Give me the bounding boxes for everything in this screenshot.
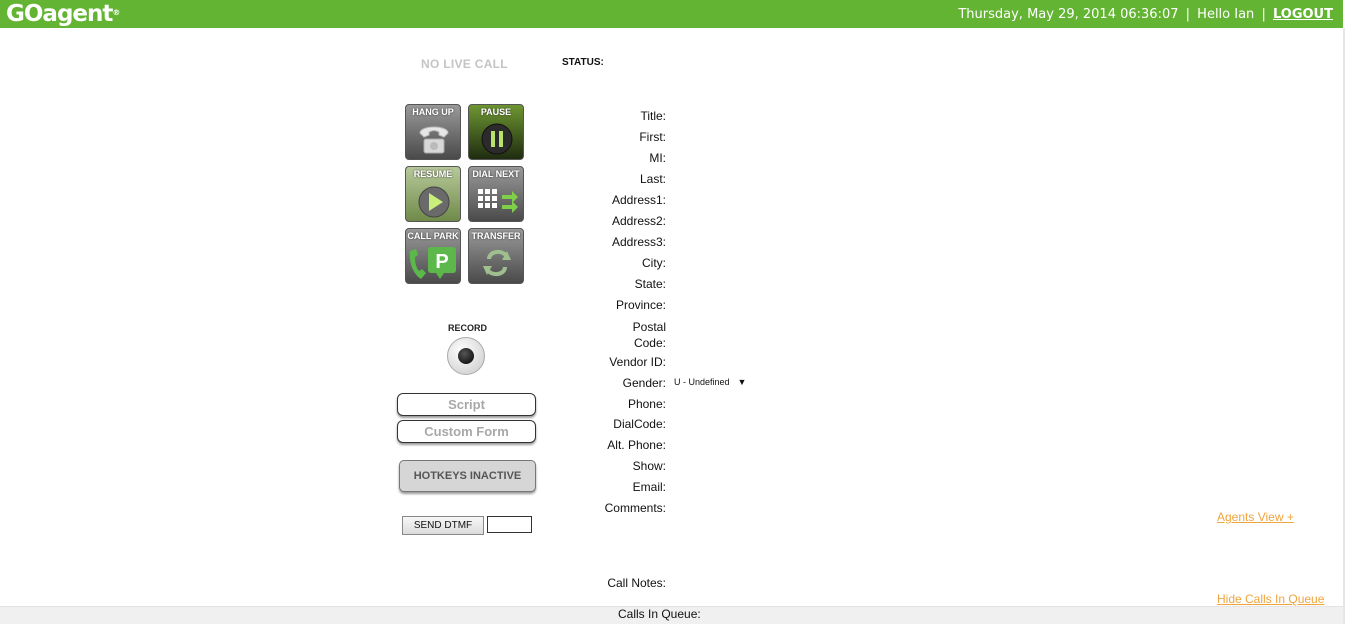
pause-button[interactable]: PAUSE bbox=[468, 104, 524, 160]
field-address2-label: Address2: bbox=[611, 214, 666, 228]
header-separator: | bbox=[1261, 7, 1266, 22]
field-address3-label: Address3: bbox=[611, 235, 666, 249]
field-last-label: Last: bbox=[639, 172, 666, 186]
gender-select[interactable]: U - Undefined ▼ bbox=[674, 377, 746, 387]
field-show-label: Show: bbox=[632, 459, 666, 473]
field-postal-code-label: Postal Code: bbox=[632, 320, 666, 350]
record-icon bbox=[458, 348, 474, 364]
dial-next-button[interactable]: DIAL NEXT bbox=[468, 166, 524, 222]
header-separator: | bbox=[1185, 7, 1191, 22]
field-dialcode-label: DialCode: bbox=[613, 417, 666, 431]
header-datetime: Thursday, May 29, 2014 06:36:07 bbox=[958, 7, 1179, 22]
field-mi-label: MI: bbox=[649, 151, 666, 165]
field-alt-phone-label: Alt. Phone: bbox=[607, 438, 666, 452]
field-email-label: Email: bbox=[632, 480, 666, 494]
field-title-label: Title: bbox=[640, 109, 666, 123]
resume-label: RESUME bbox=[413, 169, 453, 179]
pause-label: PAUSE bbox=[480, 107, 512, 117]
field-city-label: City: bbox=[642, 256, 666, 270]
gender-value: U - Undefined bbox=[674, 377, 730, 387]
header-info: Thursday, May 29, 2014 06:36:07 | Hello … bbox=[958, 7, 1333, 22]
record-label: RECORD bbox=[448, 323, 488, 333]
hide-calls-in-queue-link[interactable]: Hide Calls In Queue bbox=[1217, 592, 1324, 606]
header-greeting: Hello Ian bbox=[1197, 7, 1255, 22]
status-label: STATUS: bbox=[562, 57, 604, 68]
logout-link[interactable]: LOGOUT bbox=[1273, 7, 1333, 22]
call-park-button[interactable]: P CALL PARK bbox=[405, 228, 461, 284]
field-province-label: Province: bbox=[615, 298, 666, 312]
hang-up-label: HANG UP bbox=[412, 107, 454, 117]
agents-view-link[interactable]: Agents View + bbox=[1217, 510, 1294, 524]
custom-form-button[interactable]: Custom Form bbox=[397, 420, 536, 443]
field-gender-label: Gender: bbox=[622, 376, 666, 390]
dial-next-label: DIAL NEXT bbox=[472, 169, 520, 179]
record-button[interactable] bbox=[447, 337, 485, 375]
field-comments-label: Comments: bbox=[604, 501, 666, 515]
script-button[interactable]: Script bbox=[397, 393, 536, 416]
field-call-notes-label: Call Notes: bbox=[607, 576, 666, 590]
goagent-logo: GOagent® bbox=[6, 1, 121, 27]
hotkeys-status: HOTKEYS INACTIVE bbox=[399, 460, 536, 492]
dtmf-input[interactable] bbox=[487, 516, 532, 533]
transfer-label: TRANSFER bbox=[471, 231, 521, 241]
live-call-status: NO LIVE CALL bbox=[421, 57, 508, 71]
field-vendor-id-label: Vendor ID: bbox=[609, 355, 666, 369]
dropdown-arrow-icon: ▼ bbox=[737, 377, 747, 387]
calls-in-queue-label: Calls In Queue: bbox=[618, 607, 701, 621]
field-state-label: State: bbox=[634, 277, 666, 291]
hang-up-button[interactable]: HANG UP bbox=[405, 104, 461, 160]
resume-button[interactable]: RESUME bbox=[405, 166, 461, 222]
top-bar: GOagent® Thursday, May 29, 2014 06:36:07… bbox=[0, 0, 1343, 28]
svg-text:P: P bbox=[435, 251, 448, 273]
field-address1-label: Address1: bbox=[611, 193, 666, 207]
transfer-button[interactable]: TRANSFER bbox=[468, 228, 524, 284]
call-park-label: CALL PARK bbox=[407, 231, 459, 241]
send-dtmf-button[interactable]: SEND DTMF bbox=[402, 516, 484, 535]
field-phone-label: Phone: bbox=[627, 397, 666, 411]
field-first-label: First: bbox=[639, 130, 666, 144]
